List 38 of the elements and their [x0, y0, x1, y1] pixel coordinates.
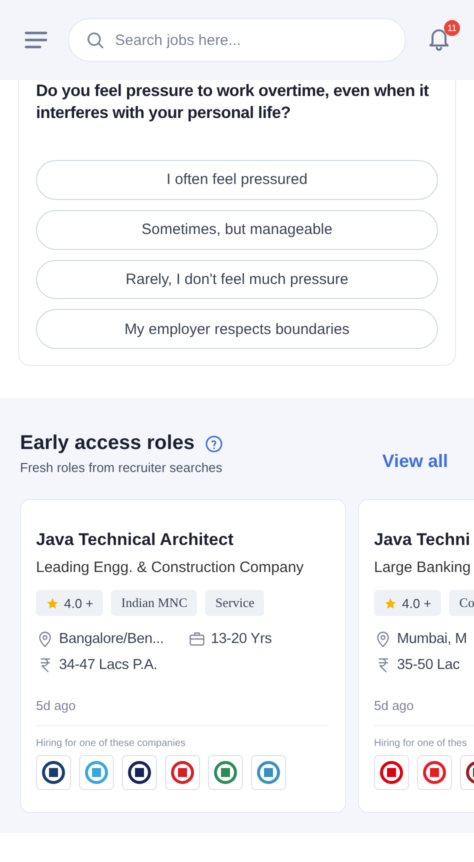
hiring-note: Hiring for one of these companies — [36, 738, 187, 749]
help-icon[interactable] — [204, 434, 223, 452]
search-icon — [85, 30, 105, 50]
posted-time: 5d ago — [36, 698, 77, 713]
company-name: Leading Engg. & Construction Company — [36, 559, 305, 576]
poll-option[interactable]: Rarely, I don't feel much pressure — [36, 260, 438, 300]
poll-question: Do you feel pressure to work overtime, even when it interferes with your personal life? — [36, 81, 430, 124]
location-pin-icon — [36, 630, 54, 648]
search-field[interactable]: Search jobs here... — [68, 18, 406, 62]
tag: Indian MNC — [111, 590, 198, 616]
section-title: Early access roles — [20, 432, 195, 455]
tag: Service — [205, 590, 264, 616]
job-card[interactable]: Java Techni Large Banking 4.0 + Co Mumbai, M 35-50 Lac 5d ago Hiring for one of thes — [358, 499, 474, 813]
rating-tag: 4.0 + — [374, 590, 442, 616]
rating-tag: 4.0 + — [36, 590, 104, 616]
posted-time: 5d ago — [374, 698, 415, 713]
company-name: Large Banking — [374, 559, 472, 576]
location-pin-icon — [374, 630, 392, 648]
poll-option[interactable]: I often feel pressured — [36, 160, 438, 200]
job-card[interactable]: Java Technical Architect Leading Engg. & Construction Company 4.0 + Indian MNC Service Bangalore/Ben... 13-20 Yrs 34-47 Lacs P.A. 5d ago Hiring for one of these companies — [20, 499, 346, 813]
view-all-link[interactable]: View all — [382, 451, 448, 472]
menu-icon[interactable] — [24, 31, 48, 49]
poll-option[interactable]: My employer respects boundaries — [36, 309, 438, 349]
notification-badge: 11 — [444, 20, 460, 36]
briefcase-icon — [188, 630, 206, 648]
tag: Co — [449, 590, 474, 616]
job-experience: 13-20 Yrs — [210, 631, 272, 647]
job-location: Bangalore/Ben... — [59, 631, 164, 647]
job-salary: 34-47 Lacs P.A. — [59, 657, 158, 673]
job-location: Mumbai, M — [397, 631, 467, 647]
job-title: Java Techni — [374, 530, 472, 550]
poll-option[interactable]: Sometimes, but manageable — [36, 210, 438, 250]
star-icon — [384, 596, 397, 610]
section-subtitle: Fresh roles from recruiter searches — [20, 460, 223, 475]
job-title: Java Technical Architect — [36, 530, 234, 550]
job-salary: 35-50 Lac — [397, 657, 460, 673]
hiring-note: Hiring for one of thes — [374, 738, 468, 749]
star-icon — [46, 596, 59, 610]
